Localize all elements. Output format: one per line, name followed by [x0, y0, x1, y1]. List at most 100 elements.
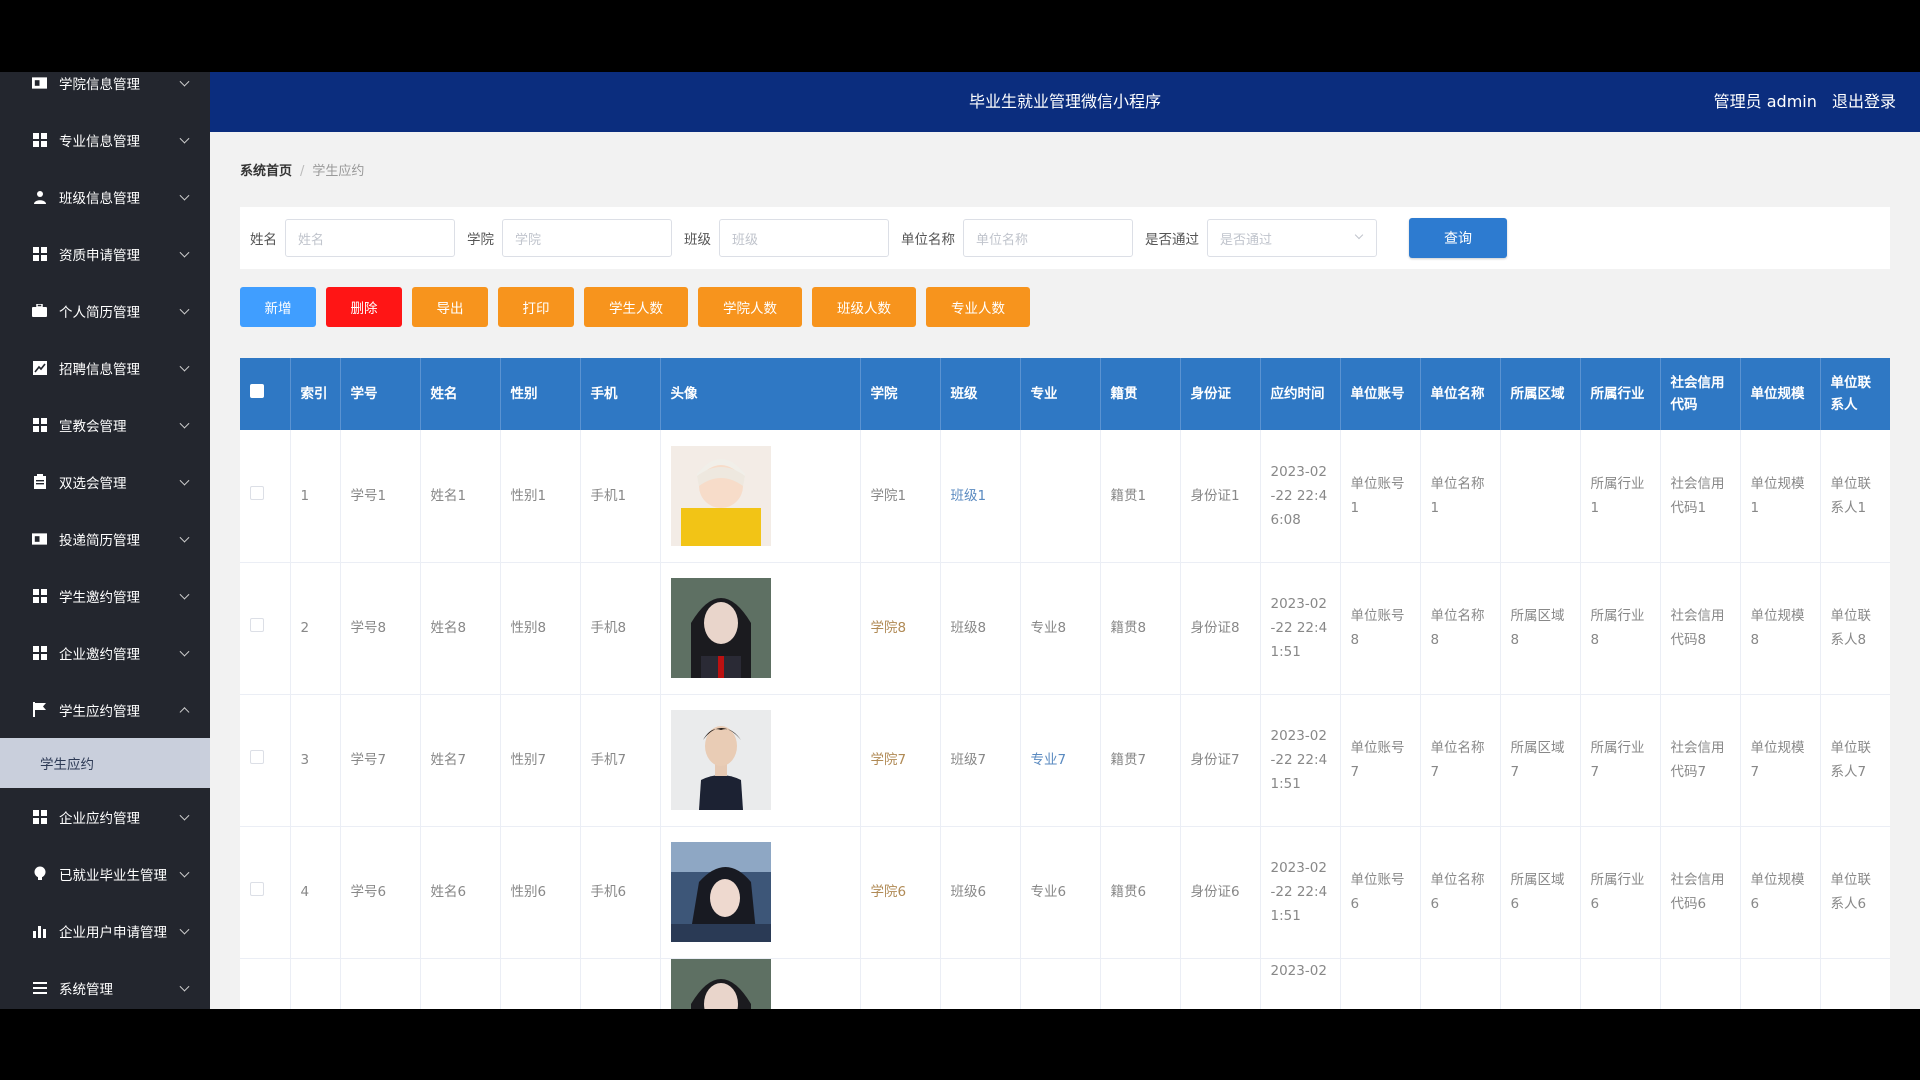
- pass-select[interactable]: 是否通过: [1207, 219, 1377, 257]
- export-button[interactable]: 导出: [412, 287, 488, 327]
- chevron-down-icon: [179, 76, 190, 87]
- sidebar-menu: 学院信息管理 专业信息管理 班级信息管理 资质申请管理 个人简历管理招聘信息管理 宣教会管…: [0, 72, 210, 1009]
- column-header[interactable]: 身份证: [1180, 358, 1261, 430]
- class-label: 班级: [684, 232, 711, 248]
- column-header[interactable]: 班级: [940, 358, 1021, 430]
- avatar[interactable]: [670, 445, 850, 546]
- column-header[interactable]: 手机: [580, 358, 661, 430]
- column-header[interactable]: 头像: [660, 358, 861, 430]
- grid-icon: [32, 588, 47, 603]
- print-button[interactable]: 打印: [498, 287, 574, 327]
- sidebar-item-5[interactable]: 招聘信息管理: [0, 339, 210, 396]
- cell-industry: [1580, 958, 1661, 1009]
- column-header[interactable]: 单位账号: [1340, 358, 1421, 430]
- avatar[interactable]: [670, 958, 850, 1009]
- sidebar-item-7[interactable]: 双选会管理: [0, 453, 210, 510]
- sidebar-item-label: 宣教会管理: [59, 418, 127, 435]
- name-input[interactable]: 姓名: [285, 219, 455, 257]
- cell-acct: 单位账号1: [1340, 430, 1421, 563]
- cell-cls: 班级6: [940, 826, 1021, 959]
- unit-name-input[interactable]: 单位名称: [963, 219, 1133, 257]
- sidebar-item-label: 学生邀约管理: [59, 589, 140, 606]
- column-header[interactable]: 专业: [1020, 358, 1101, 430]
- cell-major: 专业6: [1020, 826, 1101, 959]
- sidebar-item-9[interactable]: 学生邀约管理: [0, 567, 210, 624]
- sidebar-item-15[interactable]: 系统管理: [0, 959, 210, 1009]
- sidebar-item-10[interactable]: 企业邀约管理: [0, 624, 210, 681]
- sidebar-subitem-active[interactable]: 学生应约: [0, 738, 210, 788]
- avatar-cell: [660, 826, 861, 959]
- college-count-button[interactable]: 学院人数: [698, 287, 802, 327]
- avatar[interactable]: [670, 578, 850, 678]
- chevron-down-icon: [179, 418, 190, 429]
- cell-college: 学院7: [860, 694, 941, 827]
- cell-contact: [1820, 958, 1890, 1009]
- college-input[interactable]: 学院: [502, 219, 672, 257]
- sidebar-item-label: 企业应约管理: [59, 810, 140, 827]
- table-row[interactable]: 4 学号6 姓名6 性别6 手机6 学院6 班级6 专业6 籍贯6 身份证6 2023-02-22 …: [240, 826, 1890, 959]
- column-header[interactable]: 学号: [340, 358, 421, 430]
- row-checkbox[interactable]: [250, 485, 264, 500]
- cell-contact: 单位联系人7: [1820, 694, 1890, 827]
- sidebar-item-4[interactable]: 个人简历管理: [0, 282, 210, 339]
- column-header[interactable]: 单位名称: [1420, 358, 1501, 430]
- sidebar-item-14[interactable]: 企业用户申请管理: [0, 902, 210, 959]
- chevron-down-icon: [179, 133, 190, 144]
- id-card-icon: [32, 75, 47, 90]
- column-header[interactable]: 单位联系人: [1820, 358, 1890, 430]
- sidebar-item-8[interactable]: 投递简历管理: [0, 510, 210, 567]
- cell-uname: 单位名称6: [1420, 826, 1501, 959]
- class-input[interactable]: 班级: [719, 219, 889, 257]
- grid-icon: [32, 417, 47, 432]
- cell-uname: 单位名称7: [1420, 694, 1501, 827]
- sidebar-item-2[interactable]: 班级信息管理: [0, 168, 210, 225]
- column-header[interactable]: 所属区域: [1500, 358, 1581, 430]
- name-placeholder: 姓名: [298, 232, 325, 248]
- query-button[interactable]: 查询: [1409, 218, 1507, 258]
- class-count-button[interactable]: 班级人数: [812, 287, 916, 327]
- column-header[interactable]: 学院: [860, 358, 941, 430]
- major-count-button[interactable]: 专业人数: [926, 287, 1030, 327]
- row-checkbox[interactable]: [250, 882, 264, 896]
- column-header[interactable]: 性别: [500, 358, 581, 430]
- column-header[interactable]: 所属行业: [1580, 358, 1661, 430]
- avatar[interactable]: [670, 710, 850, 810]
- select-all-checkbox[interactable]: [250, 384, 264, 398]
- cell-native: [1100, 958, 1181, 1009]
- sidebar-item-11[interactable]: 学生应约管理: [0, 681, 210, 738]
- column-header[interactable]: 应约时间: [1260, 358, 1341, 430]
- column-header[interactable]: 单位规模: [1740, 358, 1821, 430]
- column-header[interactable]: 姓名: [420, 358, 501, 430]
- cell-industry: 所属行业6: [1580, 826, 1661, 959]
- table-row[interactable]: 1 学号1 姓名1 性别1 手机1 学院1 班级1 籍贯1 身份证1 2023-02-22 22:…: [240, 430, 1890, 563]
- pass-label: 是否通过: [1145, 232, 1199, 248]
- column-header[interactable]: 籍贯: [1100, 358, 1181, 430]
- sidebar-item-12[interactable]: 企业应约管理: [0, 788, 210, 845]
- table-row[interactable]: 2023-02: [240, 958, 1890, 1009]
- column-header[interactable]: 索引: [290, 358, 341, 430]
- breadcrumb-home[interactable]: 系统首页: [240, 164, 292, 179]
- sidebar-item-3[interactable]: 资质申请管理: [0, 225, 210, 282]
- sidebar-item-label: 企业邀约管理: [59, 646, 140, 663]
- sidebar-item-6[interactable]: 宣教会管理: [0, 396, 210, 453]
- id-card-icon: [32, 531, 47, 546]
- sidebar-item-label: 招聘信息管理: [59, 361, 140, 378]
- chevron-down-icon: [179, 924, 190, 935]
- student-count-button[interactable]: 学生人数: [584, 287, 688, 327]
- sidebar-item-1[interactable]: 专业信息管理: [0, 111, 210, 168]
- table-row[interactable]: 3 学号7 姓名7 性别7 手机7 学院7 班级7 专业7 籍贯7 身份证7 2023-02-22 …: [240, 694, 1890, 827]
- delete-button[interactable]: 删除: [326, 287, 402, 327]
- row-checkbox[interactable]: [250, 750, 264, 764]
- logout-link[interactable]: 退出登录: [1832, 92, 1896, 111]
- chevron-down-icon: [179, 646, 190, 657]
- column-header[interactable]: 社会信用代码: [1660, 358, 1741, 430]
- sidebar-item-13[interactable]: 已就业毕业生管理: [0, 845, 210, 902]
- avatar[interactable]: [670, 842, 850, 942]
- chevron-down-icon: [179, 589, 190, 600]
- table-row[interactable]: 2 学号8 姓名8 性别8 手机8 学院8 班级8 专业8 籍贯8 身份证8 2023-02-22 …: [240, 562, 1890, 695]
- add-button[interactable]: 新增: [240, 287, 316, 327]
- row-checkbox[interactable]: [250, 618, 264, 632]
- sidebar-item-0[interactable]: 学院信息管理: [0, 72, 210, 111]
- cell-phone: 手机8: [580, 562, 661, 695]
- cell-major: 专业7: [1020, 694, 1101, 827]
